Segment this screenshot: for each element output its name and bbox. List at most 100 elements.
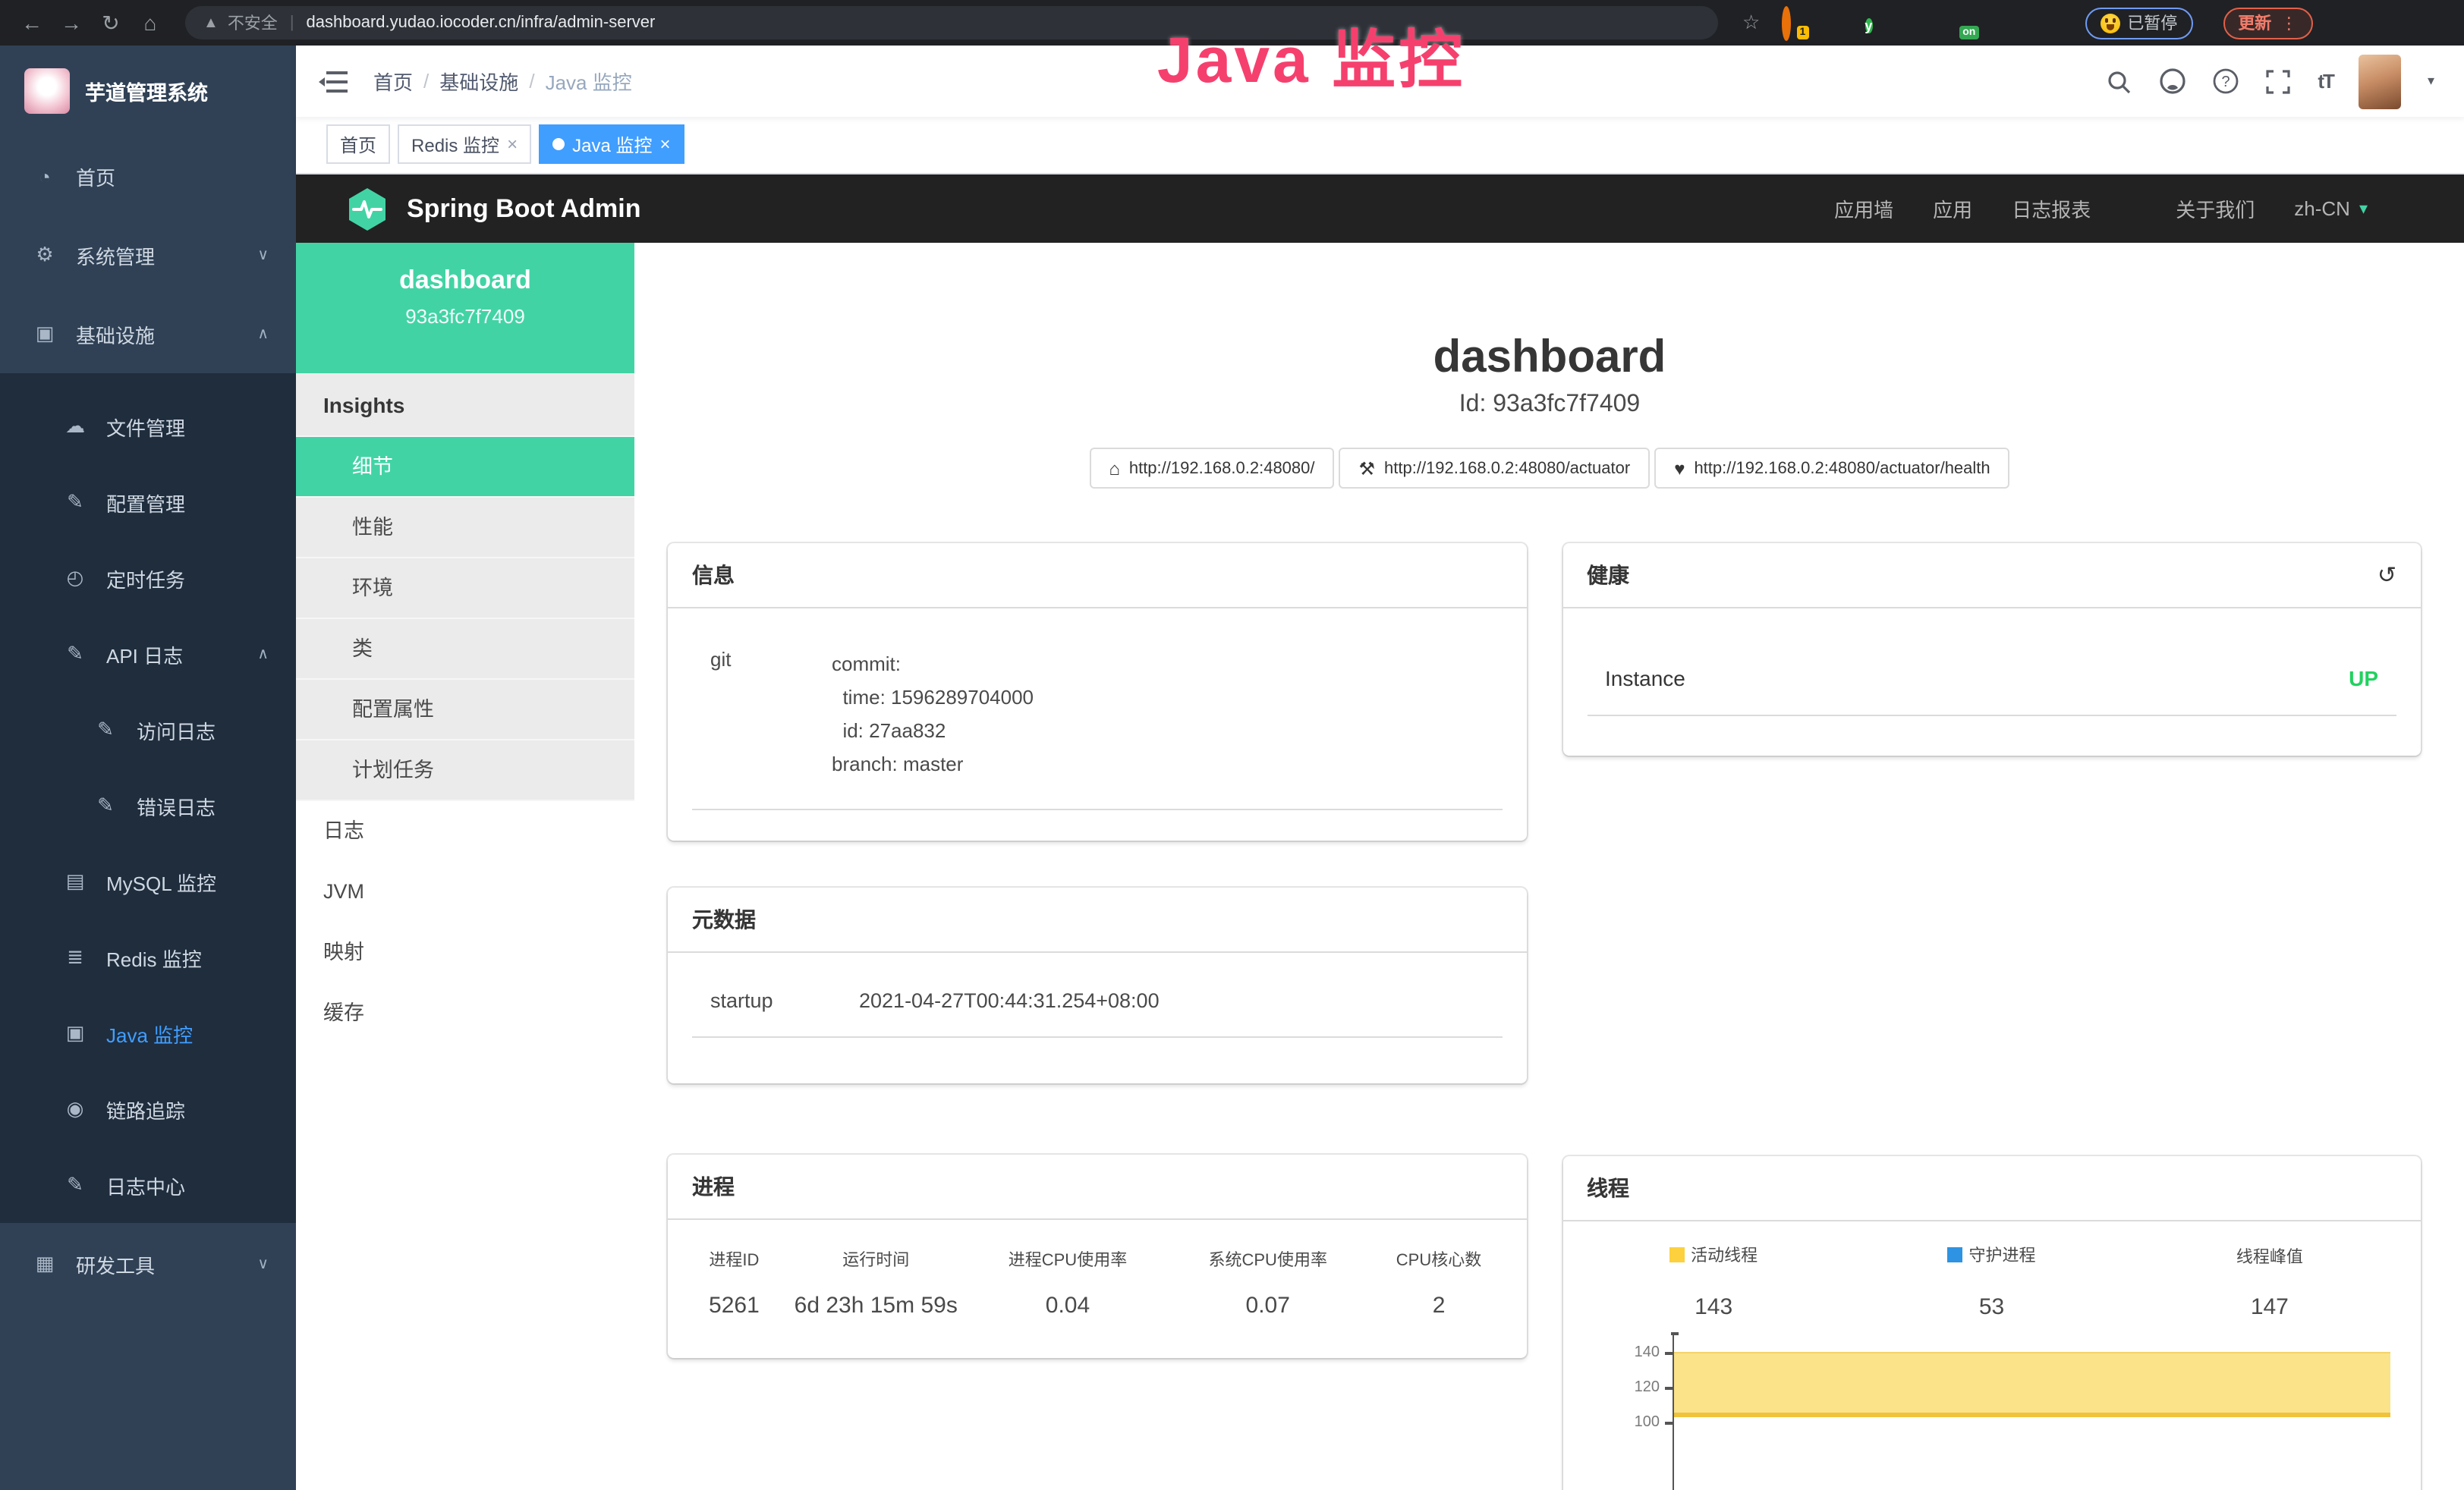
- sba-nav: 应用墙 应用 日志报表 关于我们 zh-CN ▾: [1834, 194, 2368, 223]
- menu-item-logs[interactable]: 日志: [296, 801, 634, 862]
- extension-person-icon[interactable]: [1990, 11, 2015, 35]
- sba-logo-icon: [346, 186, 389, 231]
- github-icon[interactable]: [2158, 68, 2186, 95]
- peak-threads-stat: 线程峰值 147: [2131, 1243, 2409, 1320]
- forward-icon[interactable]: →: [55, 11, 88, 35]
- sidebar-item-config[interactable]: ✎ 配置管理: [0, 464, 296, 540]
- health-url-button[interactable]: ♥ http://192.168.0.2:48080/actuator/heal…: [1654, 448, 2009, 489]
- process-cpu-value: 0.04: [964, 1294, 1172, 1319]
- address-bar[interactable]: ▲ 不安全 | dashboard.yudao.iocoder.cn/infra…: [185, 6, 1718, 39]
- breadcrumb-home[interactable]: 首页: [373, 67, 413, 96]
- update-button[interactable]: 更新 ⋮: [2223, 7, 2312, 39]
- actuator-url-button[interactable]: ⚒ http://192.168.0.2:48080/actuator: [1339, 448, 1651, 489]
- menu-item-classes[interactable]: 类: [296, 619, 634, 680]
- instance-header[interactable]: dashboard 93a3fc7f7409: [296, 243, 634, 373]
- heart-icon: ♥: [1674, 457, 1685, 479]
- service-url-button[interactable]: ⌂ http://192.168.0.2:48080/: [1089, 448, 1334, 489]
- menu-item-scheduled-tasks[interactable]: 计划任务: [296, 740, 634, 801]
- close-icon[interactable]: ×: [507, 134, 518, 155]
- back-icon[interactable]: ←: [15, 11, 49, 35]
- navbar-actions: ? tT ▾: [2105, 54, 2434, 108]
- thread-stats: 活动线程 143 守护进程 53 线程峰值: [1575, 1243, 2409, 1320]
- browser-home-icon[interactable]: ⌂: [134, 11, 167, 35]
- bookmark-star-icon[interactable]: ☆: [1742, 11, 1760, 35]
- timer-icon: ◴: [62, 566, 88, 590]
- extension-list-icon[interactable]: on: [1948, 11, 1972, 35]
- divider: |: [290, 14, 294, 32]
- url-text: dashboard.yudao.iocoder.cn/infra/admin-s…: [307, 14, 656, 32]
- live-threads-value: 143: [1575, 1294, 1852, 1320]
- breadcrumb-infra[interactable]: 基础设施: [439, 67, 518, 96]
- table-row[interactable]: Instance UP: [1587, 666, 2396, 716]
- menu-item-jvm[interactable]: JVM: [296, 862, 634, 923]
- sidebar-item-home[interactable]: ◔ 首页: [0, 137, 296, 215]
- eye-icon: ◉: [62, 1097, 88, 1121]
- layers-icon: ≣: [62, 945, 88, 970]
- paused-pill[interactable]: 已暂停: [2085, 7, 2192, 39]
- fullscreen-icon[interactable]: [2264, 68, 2292, 95]
- menu-item-config-props[interactable]: 配置属性: [296, 680, 634, 740]
- extension-grid-icon[interactable]: [1905, 11, 1930, 35]
- extension-badge: 1: [1797, 26, 1809, 39]
- avatar[interactable]: [2359, 54, 2402, 108]
- process-card-title: 进程: [668, 1155, 1526, 1221]
- sba-nav-journal[interactable]: 日志报表: [2012, 194, 2091, 223]
- menu-item-details[interactable]: 细节: [296, 437, 634, 498]
- tab-java-monitor[interactable]: Java 监控 ×: [539, 124, 684, 164]
- sidebar-item-api-log[interactable]: ✎ API 日志 ∧: [0, 616, 296, 692]
- menu-item-environment[interactable]: 环境: [296, 558, 634, 619]
- page-title: dashboard: [634, 331, 2464, 385]
- chevron-down-icon: ∨: [257, 1256, 269, 1272]
- process-card: 进程 进程ID 运行时间 进程CPU使用率 系统CPU使用率 CPU核心数: [668, 1155, 1526, 1359]
- extensions-puzzle-icon[interactable]: [2033, 11, 2057, 35]
- health-card-title: 健康 ↺: [1562, 543, 2421, 608]
- sidebar-item-tracing[interactable]: ◉ 链路追踪: [0, 1071, 296, 1147]
- extension-y-icon[interactable]: y: [1863, 11, 1887, 35]
- extension-pin-icon[interactable]: [1820, 11, 1845, 35]
- tab-redis-monitor[interactable]: Redis 监控 ×: [398, 124, 531, 164]
- sidebar-toggle-icon[interactable]: [319, 69, 349, 93]
- extension-orange-icon[interactable]: 1: [1778, 11, 1802, 35]
- sidebar-item-log-center[interactable]: ✎ 日志中心: [0, 1147, 296, 1223]
- metadata-value: 2021-04-27T00:44:31.254+08:00: [859, 990, 1160, 1013]
- info-card: 信息 git commit: time: 1596289704000 id: 2…: [668, 543, 1526, 841]
- close-icon[interactable]: ×: [659, 134, 670, 155]
- sidebar-item-access-log[interactable]: ✎ 访问日志: [0, 692, 296, 768]
- sidebar-item-infra[interactable]: ▣ 基础设施 ∧: [0, 294, 296, 373]
- sba-brand[interactable]: Spring Boot Admin: [407, 193, 641, 224]
- sba-instance-menu: dashboard 93a3fc7f7409 Insights 细节 性能 环境…: [296, 243, 634, 1490]
- sidebar-item-dev-tools[interactable]: ▦ 研发工具 ∨: [0, 1223, 296, 1305]
- menu-item-metrics[interactable]: 性能: [296, 498, 634, 558]
- help-icon[interactable]: ?: [2211, 68, 2239, 95]
- process-id-value: 5261: [680, 1294, 788, 1319]
- user-dropdown-icon[interactable]: ▾: [2428, 73, 2434, 90]
- language-selector[interactable]: zh-CN ▾: [2294, 197, 2368, 220]
- sba-nav-about[interactable]: 关于我们: [2176, 194, 2255, 223]
- edit-icon: ✎: [62, 1173, 88, 1197]
- sidebar-item-error-log[interactable]: ✎ 错误日志: [0, 768, 296, 844]
- endpoint-links: ⌂ http://192.168.0.2:48080/ ⚒ http://192…: [634, 448, 2464, 489]
- legend-yellow-icon: [1669, 1247, 1685, 1262]
- reload-icon[interactable]: ↻: [94, 10, 127, 36]
- table-row: git commit: time: 1596289704000 id: 27aa…: [692, 648, 1502, 811]
- sba-nav-wallboard[interactable]: 应用墙: [1834, 194, 1893, 223]
- sidebar-item-system[interactable]: ⚙ 系统管理 ∨: [0, 215, 296, 294]
- menu-section-insights: Insights: [296, 373, 634, 437]
- menu-item-mappings[interactable]: 映射: [296, 923, 634, 983]
- sidebar-item-redis[interactable]: ≣ Redis 监控: [0, 919, 296, 995]
- tab-home[interactable]: 首页: [326, 124, 390, 164]
- svg-text:?: ?: [2221, 74, 2230, 90]
- annotation-java-monitor: Java 监控: [1157, 9, 1465, 102]
- menu-item-caches[interactable]: 缓存: [296, 983, 634, 1044]
- sidebar-item-java-monitor[interactable]: ▣ Java 监控: [0, 995, 296, 1071]
- search-icon[interactable]: [2105, 68, 2132, 95]
- sba-nav-applications[interactable]: 应用: [1933, 194, 1972, 223]
- font-size-icon[interactable]: tT: [2318, 70, 2333, 93]
- sidebar-item-jobs[interactable]: ◴ 定时任务: [0, 540, 296, 616]
- browser-menu-icon[interactable]: ⋮: [2280, 13, 2297, 33]
- history-icon[interactable]: ↺: [2377, 561, 2396, 589]
- sidebar-item-files[interactable]: ☁ 文件管理: [0, 388, 296, 464]
- sidebar-item-mysql[interactable]: ▤ MySQL 监控: [0, 844, 296, 919]
- emoji-face-icon: [2100, 13, 2119, 33]
- chevron-down-icon: ▾: [2359, 199, 2368, 218]
